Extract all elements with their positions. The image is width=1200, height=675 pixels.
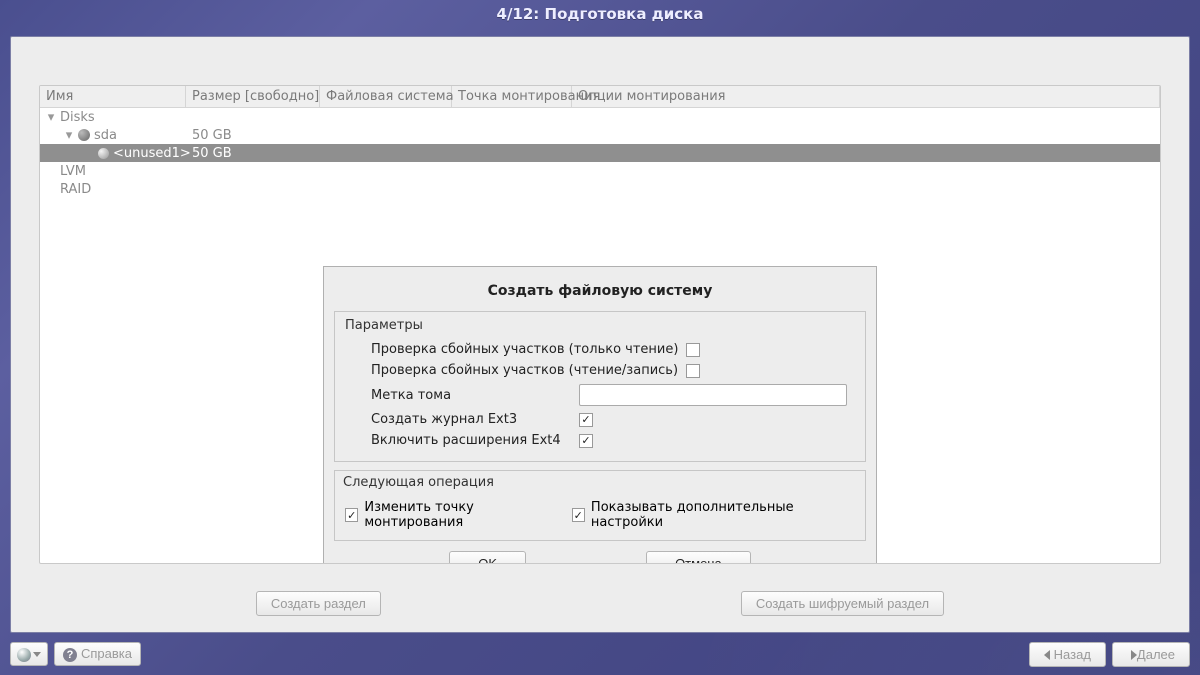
expander-icon[interactable]: ▾ [46,110,56,125]
home-menu-button[interactable] [10,642,48,666]
chevron-down-icon [33,652,41,657]
tree-header: Имя Размер [свободно] Файловая система Т… [40,86,1160,108]
opt-ext3-row: Создать журнал Ext3 [345,409,855,430]
partition-icon [98,148,109,159]
tree-row-raid[interactable]: RAID [40,180,1160,198]
back-button[interactable]: Назад [1029,642,1106,667]
opt-check-ro-label: Проверка сбойных участков (только чтение… [371,342,678,357]
home-icon [17,648,31,662]
expander-icon[interactable]: ▾ [64,128,74,143]
opt-ext3-checkbox[interactable] [579,413,593,427]
ok-button[interactable]: OK [449,551,526,564]
dialog-title: Создать файловую систему [334,277,866,311]
next-button[interactable]: Далее [1112,642,1190,667]
opt-check-rw-label: Проверка сбойных участков (чтение/запись… [371,363,678,378]
opt-check-rw-row: Проверка сбойных участков (чтение/запись… [345,360,855,381]
opt-check-ro-row: Проверка сбойных участков (только чтение… [345,339,855,360]
volume-label-input[interactable] [579,384,847,406]
nextop-mount-checkbox[interactable] [345,508,358,522]
tree-row-unused1[interactable]: <unused1> 50 GB [40,144,1160,162]
opt-check-rw-checkbox[interactable] [686,364,700,378]
col-name[interactable]: Имя [40,86,186,107]
disk-icon [78,129,90,141]
opt-ext4-row: Включить расширения Ext4 [345,430,855,451]
col-mount[interactable]: Точка монтирования [452,86,572,107]
opt-check-ro-checkbox[interactable] [686,343,700,357]
tree-row-lvm[interactable]: LVM [40,162,1160,180]
opt-label-text: Метка тома [371,388,571,403]
col-opts[interactable]: Опции монтирования [572,86,1160,107]
opt-label-row: Метка тома [345,381,855,409]
create-partition-button[interactable]: Создать раздел [256,591,381,616]
arrow-left-icon [1044,650,1050,660]
opt-ext3-label: Создать журнал Ext3 [371,412,571,427]
tree-body: ▾Disks ▾sda 50 GB <unused1> 50 GB LVM RA… [40,108,1160,198]
help-icon: ? [63,648,77,662]
col-size[interactable]: Размер [свободно] [186,86,320,107]
nextop-adv-label: Показывать дополнительные настройки [591,500,855,530]
nextop-adv-checkbox[interactable] [572,508,585,522]
tree-row-disks[interactable]: ▾Disks [40,108,1160,126]
create-encrypted-partition-button[interactable]: Создать шифруемый раздел [741,591,944,616]
main-panel: Имя Размер [свободно] Файловая система Т… [10,36,1190,633]
params-legend: Параметры [345,318,855,333]
opt-ext4-checkbox[interactable] [579,434,593,448]
partition-actions: Создать раздел Создать шифруемый раздел [11,591,1189,616]
nextop-fieldset: Следующая операция Изменить точку монтир… [334,470,866,541]
cancel-button[interactable]: Отмена [646,551,751,564]
col-fs[interactable]: Файловая система [320,86,452,107]
tree-row-sda[interactable]: ▾sda 50 GB [40,126,1160,144]
help-button[interactable]: ?Справка [54,642,141,666]
wizard-footer: ?Справка Назад Далее [10,639,1190,669]
params-fieldset: Параметры Проверка сбойных участков (тол… [334,311,866,462]
disk-tree: Имя Размер [свободно] Файловая система Т… [39,85,1161,564]
nextop-legend: Следующая операция [343,475,857,490]
nextop-mount-label: Изменить точку монтирования [364,500,565,530]
installer-step-title: 4/12: Подготовка диска [0,0,1200,28]
create-fs-dialog: Создать файловую систему Параметры Прове… [323,266,877,564]
opt-ext4-label: Включить расширения Ext4 [371,433,571,448]
